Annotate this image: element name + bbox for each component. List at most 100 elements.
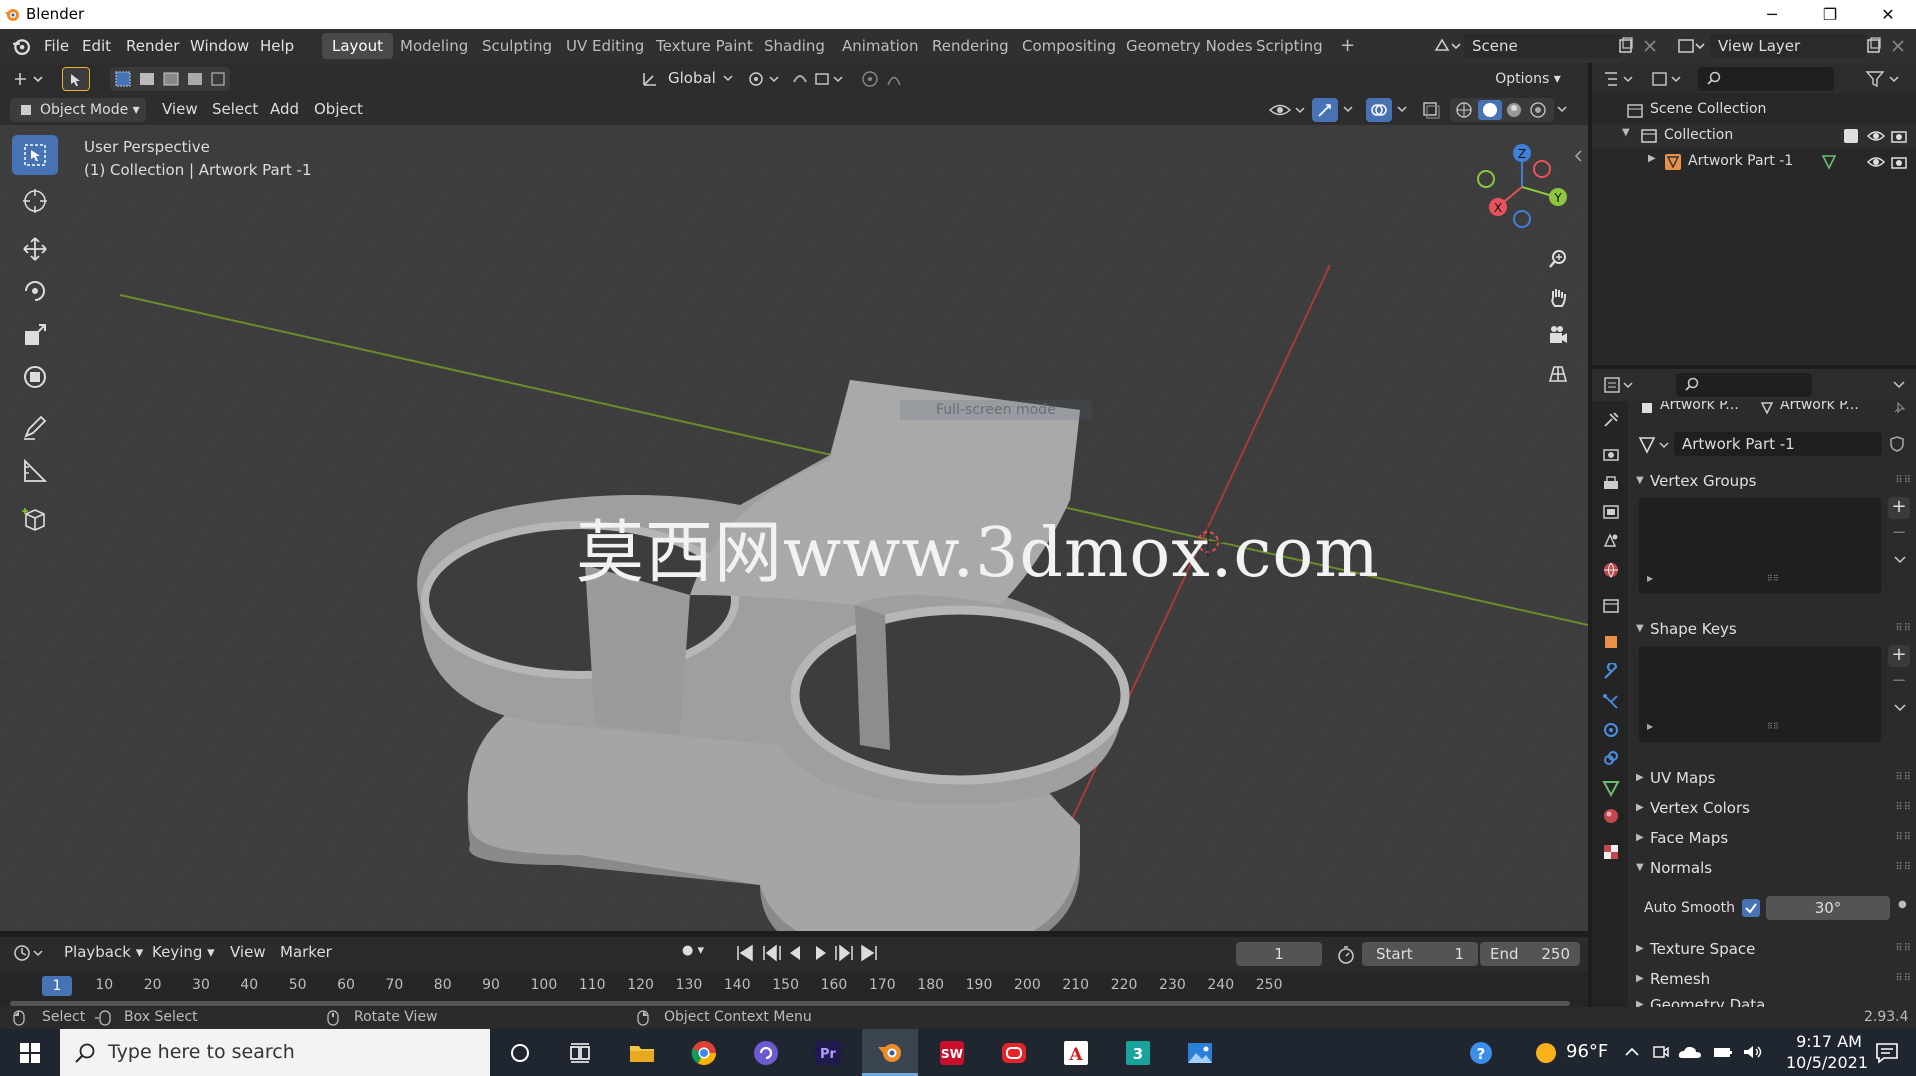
chevron-down-icon[interactable] [1342,104,1354,114]
fake-user-shield-icon[interactable] [1888,435,1906,453]
outliner-row-scene-collection[interactable]: Scene Collection [1592,99,1916,123]
drag-handle-icon[interactable]: ⠿⠿ [1895,935,1912,963]
menu-render[interactable]: Render [126,37,179,55]
outliner-search-input[interactable] [1698,67,1834,91]
xray-toggle-icon[interactable] [1420,99,1442,121]
list-resize-handle-icon[interactable]: ⠿⠿ [1767,574,1779,583]
panel-vertex-colors[interactable]: ▶ Vertex Colors ⠿⠿ [1628,794,1916,822]
tab-modifiers[interactable] [1600,661,1622,683]
transform-orientation-icon[interactable] [640,69,660,89]
sidebar-toggle-icon[interactable] [1574,149,1584,163]
minimize-button[interactable]: ─ [1744,0,1800,29]
tab-texture[interactable] [1600,841,1622,863]
mesh-data-icon[interactable] [1820,154,1838,170]
task-view-button[interactable] [552,1029,608,1076]
keyframe-dot-icon[interactable]: ● [1898,899,1907,910]
drag-handle-icon[interactable]: ⠿⠿ [1895,824,1912,852]
tool-add-cube[interactable] [12,499,58,539]
record-keyframe-icon[interactable]: ● ▾ [682,943,704,958]
navigation-gizmo[interactable]: Z Y X [1470,139,1570,235]
tool-measure[interactable] [12,451,58,491]
tool-annotate[interactable] [12,407,58,447]
pin-icon[interactable] [1892,401,1906,415]
panel-uv-maps[interactable]: ▶ UV Maps ⠿⠿ [1628,764,1916,792]
tab-layout[interactable]: Layout [322,33,393,59]
view-layer-icon[interactable] [1676,36,1706,56]
menu-help[interactable]: Help [260,37,294,55]
tab-render[interactable] [1600,443,1622,465]
gizmo-neg-x[interactable] [1533,160,1551,178]
overlays-toggle-button[interactable] [1366,98,1392,122]
list-expand-icon[interactable]: ▶ [1647,574,1653,583]
add-vertex-group-button[interactable]: + [1888,497,1910,519]
drag-handle-icon[interactable]: ⠿⠿ [1895,965,1912,993]
eye-icon[interactable] [1866,128,1886,144]
chevron-down-icon[interactable] [1892,379,1906,391]
taskbar-premiere[interactable]: Pr [800,1029,856,1076]
panel-texture-space[interactable]: ▶ Texture Space ⠿⠿ [1628,935,1916,963]
panel-vertex-groups[interactable]: ▼ Vertex Groups ⠿⠿ [1628,467,1916,495]
tab-particles[interactable] [1600,691,1622,713]
eye-icon[interactable] [1866,154,1886,170]
viewport-menu-select[interactable]: Select [212,100,258,118]
add-shape-key-button[interactable]: + [1888,645,1910,667]
blender-menu-icon[interactable] [12,37,30,55]
timeline-menu-keying[interactable]: Keying ▾ [152,943,215,961]
clock-time[interactable]: 9:17 AM [1794,1032,1864,1051]
zoom-view-button[interactable] [1542,243,1574,275]
cortana-button[interactable] [492,1029,548,1076]
onedrive-cloud-icon[interactable] [1678,1043,1702,1061]
tab-modeling[interactable]: Modeling [390,33,478,59]
drag-handle-icon[interactable]: ⠿⠿ [1895,764,1912,792]
panel-remesh[interactable]: ▶ Remesh ⠿⠿ [1628,965,1916,993]
transform-orientation-dropdown[interactable]: Global [668,69,716,87]
expand-arrow-icon[interactable]: ▼ [1622,127,1630,138]
add-workspace-button[interactable]: + [1330,33,1365,59]
tab-rendering[interactable]: Rendering [922,33,1019,59]
pivot-point-icon[interactable] [746,68,782,90]
tool-select-box[interactable] [12,135,58,175]
maximize-button[interactable]: ❐ [1802,0,1858,29]
weather-sun-icon[interactable] [1534,1041,1558,1065]
viewport-menu-add[interactable]: Add [270,100,299,118]
mesh-name-field[interactable]: Artwork Part -1 [1674,432,1882,456]
notifications-icon[interactable] [1874,1041,1900,1065]
close-button[interactable]: ✕ [1860,0,1916,29]
snap-icon[interactable] [790,68,860,90]
filter-icon[interactable] [1864,69,1904,89]
frame-indicator[interactable]: 1 [42,976,72,996]
tool-scale[interactable] [12,315,58,355]
tab-object[interactable] [1600,631,1622,653]
tab-mesh-data[interactable] [1600,777,1622,799]
volume-speaker-icon[interactable] [1742,1043,1764,1061]
taskbar-photos[interactable] [1172,1029,1228,1076]
tool-move[interactable] [12,229,58,269]
scene-name-field[interactable]: Scene [1464,34,1622,58]
pan-view-button[interactable] [1542,281,1574,313]
start-frame-field[interactable]: Start 1 [1362,942,1478,966]
panel-geometry-data[interactable]: ▶ Geometry Data [1628,995,1916,1007]
shading-mode-icons[interactable] [1452,100,1552,120]
timeline-editor-icon[interactable] [12,943,48,963]
start-button[interactable] [2,1029,58,1076]
tool-transform[interactable] [12,357,58,397]
delete-scene-icon[interactable] [1642,38,1658,54]
viewport-menu-object[interactable]: Object [314,100,363,118]
panel-shape-keys[interactable]: ▼ Shape Keys ⠿⠿ [1628,615,1916,643]
clock-date[interactable]: 10/5/2021 [1784,1053,1870,1072]
viewport-menu-view[interactable]: View [162,100,198,118]
select-tool-button[interactable] [62,67,90,91]
object-mode-dropdown[interactable]: Object Mode ▾ [10,98,146,122]
taskbar-solidworks[interactable]: SW [924,1029,980,1076]
camera-view-button[interactable] [1542,319,1574,351]
tab-view-layer[interactable] [1600,501,1622,523]
end-frame-field[interactable]: End 250 [1480,942,1580,966]
outliner-editor-icon[interactable] [1602,69,1638,89]
auto-smooth-angle-field[interactable]: 30° [1766,896,1890,920]
timeline-menu-marker[interactable]: Marker [280,943,332,961]
tab-texture-paint[interactable]: Texture Paint [646,33,763,59]
tab-scripting[interactable]: Scripting [1246,33,1333,59]
taskbar-acrobat[interactable]: A [1048,1029,1104,1076]
ortho-toggle-button[interactable] [1542,357,1574,389]
tab-compositing[interactable]: Compositing [1012,33,1126,59]
